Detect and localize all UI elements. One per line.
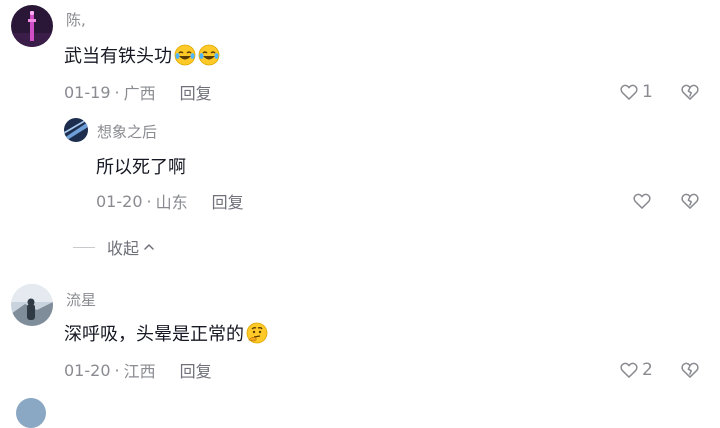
broken-heart-icon — [680, 82, 700, 102]
comment-location: 江西 — [123, 362, 156, 381]
reply-date: 01-20 — [96, 191, 143, 211]
laughing-crying-emoji-icon — [198, 44, 220, 66]
laughing-crying-emoji-icon — [174, 44, 196, 66]
comment-text-row: 深呼吸，头晕是正常的 — [64, 319, 268, 347]
meta-separator: · — [114, 360, 120, 380]
avatar[interactable] — [64, 118, 88, 142]
avatar[interactable] — [11, 5, 53, 47]
collapse-divider — [73, 246, 95, 248]
like-count: 1 — [642, 82, 653, 102]
meta-separator: · — [146, 191, 152, 211]
thinking-face-emoji-icon — [246, 322, 268, 344]
like-count: 2 — [642, 360, 653, 380]
username[interactable]: 流星 — [66, 289, 96, 310]
username[interactable]: 陈, — [66, 9, 86, 30]
broken-heart-icon — [680, 191, 700, 211]
reply-meta: 01-20 · 山东 回复 — [96, 189, 244, 213]
heart-outline-icon — [619, 360, 639, 380]
avatar[interactable] — [16, 398, 46, 428]
dislike-button[interactable] — [680, 190, 700, 212]
broken-heart-icon — [680, 360, 700, 380]
meta-separator: · — [114, 82, 120, 102]
like-button[interactable]: 2 — [619, 359, 653, 381]
collapse-replies-button[interactable]: 收起 — [73, 236, 155, 258]
collapse-label: 收起 — [107, 239, 140, 258]
like-button[interactable] — [632, 190, 652, 212]
dislike-button[interactable] — [680, 81, 700, 103]
dislike-button[interactable] — [680, 359, 700, 381]
comment-text-row: 武当有铁头功 — [64, 41, 220, 69]
comment-date: 01-19 — [64, 82, 111, 102]
username[interactable]: 想象之后 — [97, 121, 157, 142]
comment-text: 深呼吸，头晕是正常的 — [64, 324, 244, 345]
like-button[interactable]: 1 — [619, 81, 653, 103]
reply-text: 所以死了啊 — [96, 157, 186, 178]
reply-button[interactable]: 回复 — [180, 358, 212, 382]
reply-button[interactable]: 回复 — [180, 80, 212, 104]
heart-outline-icon — [632, 191, 652, 211]
comment-meta: 01-20 · 江西 回复 — [64, 358, 212, 382]
avatar[interactable] — [11, 284, 53, 326]
comment-text: 武当有铁头功 — [64, 46, 172, 67]
chevron-up-icon — [143, 238, 155, 257]
comment-date: 01-20 — [64, 360, 111, 380]
reply-button[interactable]: 回复 — [212, 189, 244, 213]
heart-outline-icon — [619, 82, 639, 102]
comment-location: 广西 — [123, 84, 156, 103]
comment-meta: 01-19 · 广西 回复 — [64, 80, 212, 104]
reply-location: 山东 — [155, 193, 188, 212]
